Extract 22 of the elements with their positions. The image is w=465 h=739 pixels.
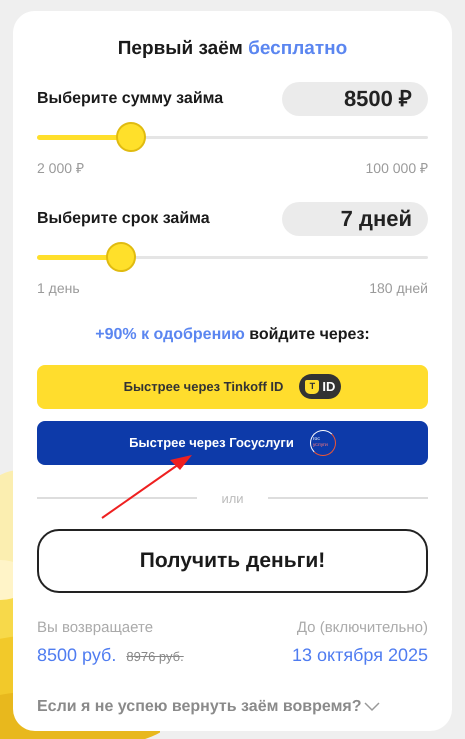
slider-thumb[interactable]	[106, 242, 136, 272]
value-field[interactable]: 7 дней	[282, 202, 428, 236]
due-label: До (включительно)	[296, 618, 428, 638]
due-date: 13 октября 2025	[292, 644, 428, 667]
tinkoff-login-button[interactable]: Быстрее через Tinkoff ID T ID	[37, 364, 428, 408]
max-label: 100 000 ₽	[366, 158, 428, 178]
old-amount: 8976 руб.	[126, 648, 184, 666]
value-field[interactable]: 8500 ₽	[282, 82, 428, 116]
login-prompt: +90% к одобрению войдите через:	[94, 324, 371, 344]
min-label: 2 000 ₽	[37, 158, 84, 178]
repay-amount: 8500 руб.	[37, 644, 116, 667]
get-money-button[interactable]: Получить деньги!	[37, 529, 428, 593]
or-divider-label: или	[221, 490, 244, 508]
repay-label: Вы возвращаете	[37, 618, 154, 638]
slider-label: Выберите сумму займа	[37, 88, 224, 108]
max-label: 180 дней	[369, 278, 428, 298]
card-title: Первый заём бесплатно	[116, 37, 348, 61]
slider-label: Выберите срок займа	[37, 208, 210, 228]
slider-thumb[interactable]	[116, 122, 146, 152]
min-label: 1 день	[37, 278, 80, 298]
id-badge: T ID	[299, 374, 342, 399]
shield-icon: T	[305, 380, 320, 394]
